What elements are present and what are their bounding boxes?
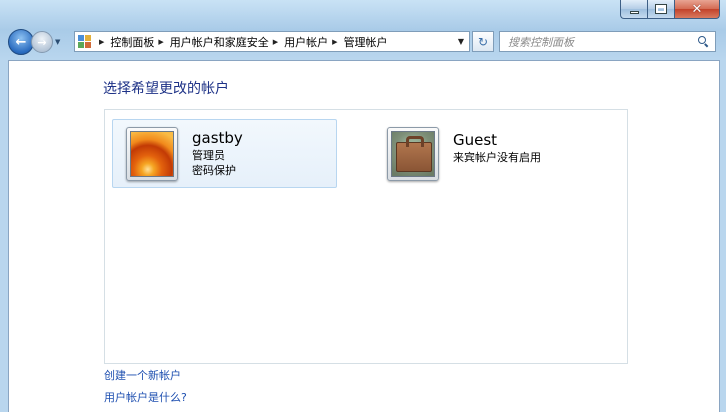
account-name: gastby bbox=[192, 129, 243, 147]
explorer-window: ✕ ← → ▼ ▶ 控制面板 ▶ 用户帐户和家庭安全 ▶ 用户帐户 ▶ 管理帐户… bbox=[0, 0, 726, 412]
content-pane: 选择希望更改的帐户 gastby 管理员 密码保护 Guest 来宾帐户没有启用… bbox=[8, 60, 720, 412]
back-arrow-icon: ← bbox=[15, 34, 27, 50]
breadcrumb-chevron-icon[interactable]: ▶ bbox=[99, 38, 104, 46]
breadcrumb-user-accounts-family-safety[interactable]: 用户帐户和家庭安全 bbox=[170, 34, 269, 50]
account-type: 管理员 bbox=[192, 149, 225, 162]
account-gastby[interactable]: gastby 管理员 密码保护 bbox=[112, 119, 337, 188]
account-name: Guest bbox=[453, 130, 498, 149]
account-list: gastby 管理员 密码保护 Guest 来宾帐户没有启用 bbox=[104, 109, 628, 364]
close-icon: ✕ bbox=[691, 1, 703, 17]
forward-button[interactable]: → bbox=[31, 31, 53, 53]
create-account-link[interactable]: 创建一个新帐户 bbox=[104, 367, 181, 383]
search-box[interactable]: 搜索控制面板 bbox=[499, 31, 716, 52]
caption-buttons: ✕ bbox=[620, 0, 720, 19]
account-password-status: 密码保护 bbox=[192, 164, 236, 177]
address-dropdown-icon[interactable]: ▼ bbox=[458, 37, 464, 46]
refresh-button[interactable]: ↻ bbox=[472, 31, 494, 52]
address-bar[interactable]: ▶ 控制面板 ▶ 用户帐户和家庭安全 ▶ 用户帐户 ▶ 管理帐户 ▼ bbox=[74, 31, 470, 52]
search-placeholder: 搜索控制面板 bbox=[508, 35, 574, 49]
maximize-icon bbox=[656, 5, 666, 13]
breadcrumb-chevron-icon[interactable]: ▶ bbox=[273, 38, 278, 46]
account-status: 来宾帐户没有启用 bbox=[453, 150, 541, 164]
minimize-button[interactable] bbox=[620, 0, 647, 19]
maximize-button[interactable] bbox=[647, 0, 674, 19]
briefcase-picture-icon bbox=[391, 130, 435, 177]
recent-pages-dropdown-icon[interactable]: ▼ bbox=[55, 38, 60, 46]
control-panel-icon bbox=[78, 34, 92, 49]
page-title: 选择希望更改的帐户 bbox=[103, 81, 229, 97]
search-icon[interactable] bbox=[698, 36, 709, 47]
what-is-user-account-link[interactable]: 用户帐户是什么? bbox=[104, 389, 187, 405]
breadcrumb-chevron-icon[interactable]: ▶ bbox=[332, 38, 337, 46]
breadcrumb-chevron-icon[interactable]: ▶ bbox=[158, 38, 163, 46]
navigation-buttons: ← → ▼ bbox=[8, 29, 60, 55]
breadcrumb-control-panel[interactable]: 控制面板 bbox=[110, 34, 154, 50]
refresh-icon: ↻ bbox=[477, 34, 489, 49]
forward-arrow-icon: → bbox=[37, 35, 47, 49]
account-guest[interactable]: Guest 来宾帐户没有启用 bbox=[374, 119, 599, 188]
account-picture-frame bbox=[387, 126, 439, 181]
breadcrumb-manage-accounts[interactable]: 管理帐户 bbox=[344, 34, 388, 50]
breadcrumb-user-accounts[interactable]: 用户帐户 bbox=[284, 34, 328, 50]
minimize-icon bbox=[629, 10, 639, 14]
close-button[interactable]: ✕ bbox=[674, 0, 720, 19]
flower-picture-icon bbox=[130, 130, 174, 177]
account-picture-frame bbox=[126, 126, 178, 181]
